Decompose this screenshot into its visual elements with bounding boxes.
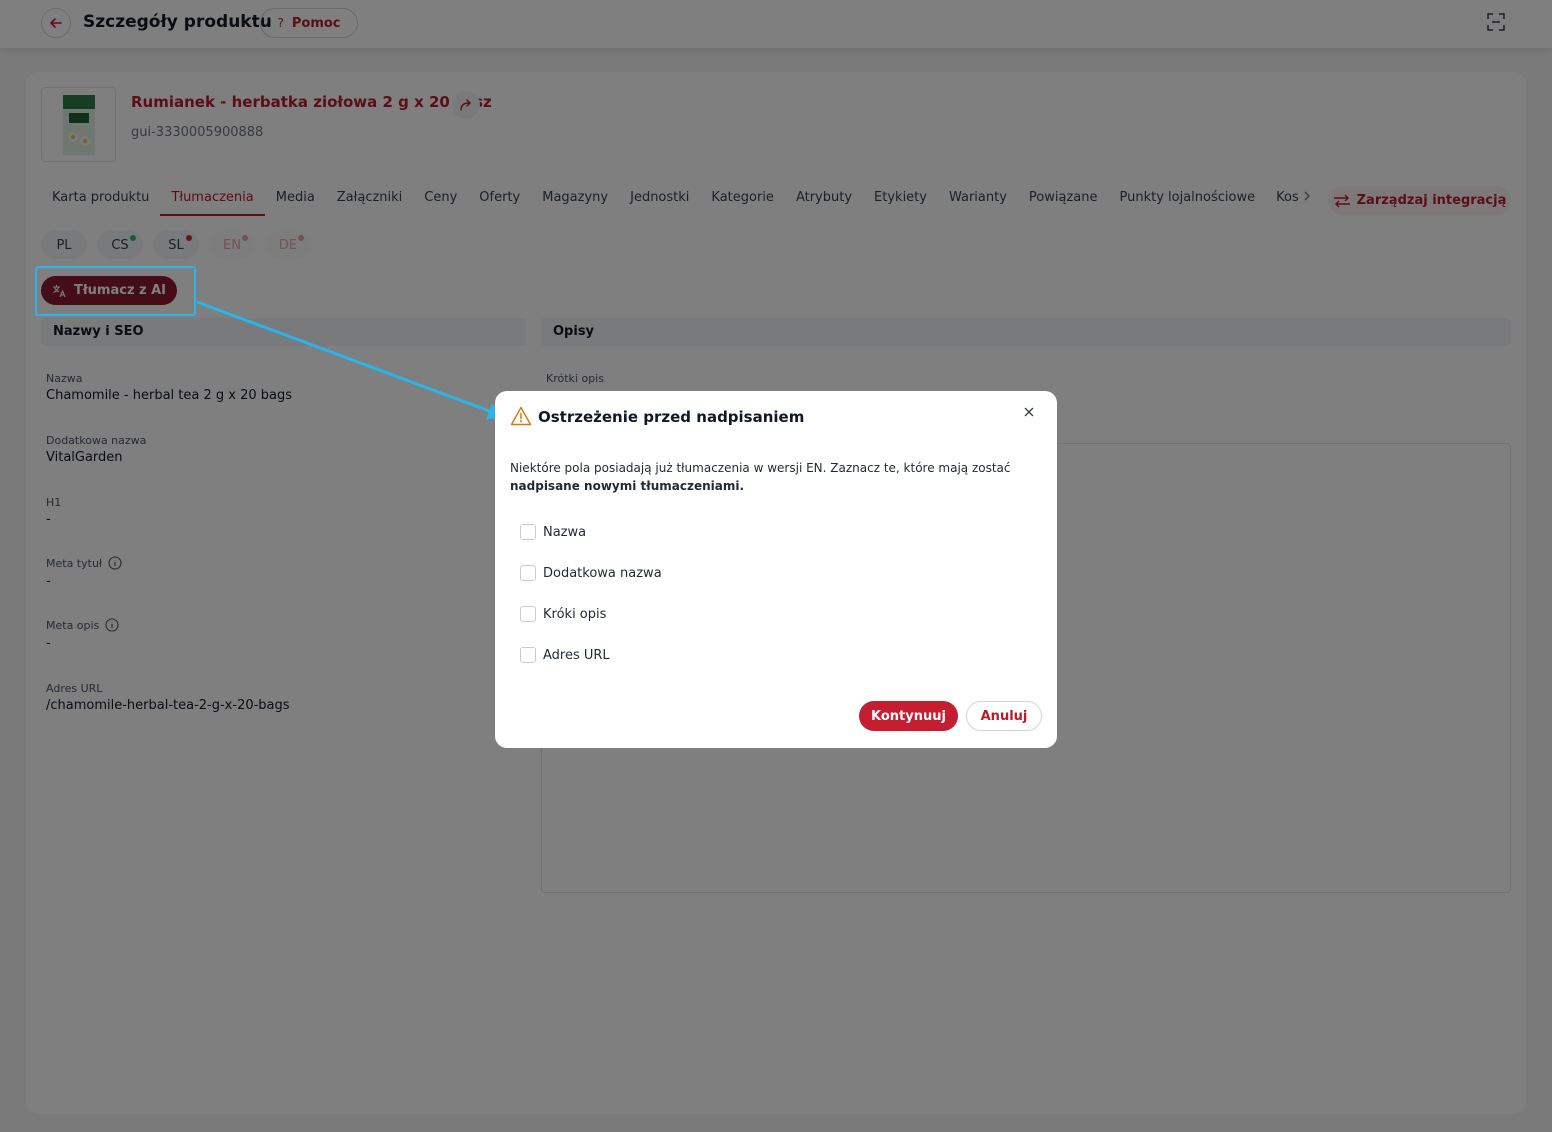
option-extra-name-label: Dodatkowa nazwa bbox=[543, 565, 662, 581]
dialog-title: Ostrzeżenie przed nadpisaniem bbox=[538, 408, 805, 426]
dialog-message: Niektóre pola posiadają już tłumaczenia … bbox=[510, 459, 1040, 495]
option-extra-name[interactable]: Dodatkowa nazwa bbox=[520, 565, 662, 581]
checkbox[interactable] bbox=[520, 524, 536, 540]
checkbox[interactable] bbox=[520, 606, 536, 622]
close-icon[interactable] bbox=[1022, 405, 1036, 419]
option-name[interactable]: Nazwa bbox=[520, 524, 586, 540]
cancel-button[interactable]: Anuluj bbox=[966, 701, 1042, 731]
option-short-desc[interactable]: Króki opis bbox=[520, 606, 606, 622]
option-name-label: Nazwa bbox=[543, 524, 587, 540]
dialog-message-part2: nadpisane nowymi tłumaczeniami. bbox=[510, 479, 745, 493]
option-short-desc-label: Króki opis bbox=[543, 606, 607, 622]
warning-icon bbox=[510, 406, 532, 426]
dialog-message-part1: Niektóre pola posiadają już tłumaczenia … bbox=[510, 461, 1011, 475]
option-url-label: Adres URL bbox=[543, 647, 610, 663]
option-url[interactable]: Adres URL bbox=[520, 647, 610, 663]
continue-button[interactable]: Kontynuuj bbox=[859, 701, 958, 731]
checkbox[interactable] bbox=[520, 565, 536, 581]
checkbox[interactable] bbox=[520, 647, 536, 663]
overwrite-warning-dialog: Ostrzeżenie przed nadpisaniem Niektóre p… bbox=[495, 391, 1057, 748]
